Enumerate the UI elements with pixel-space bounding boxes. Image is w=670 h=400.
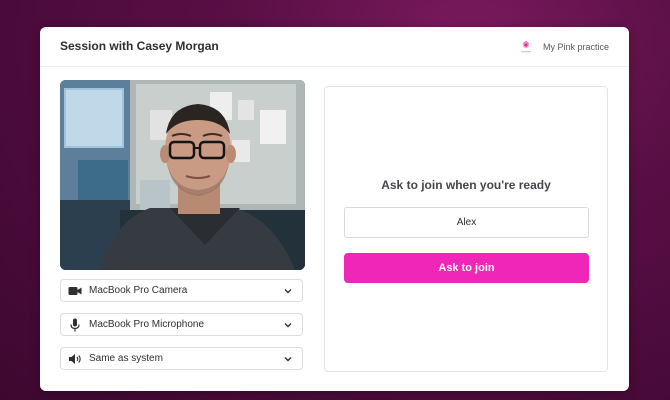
- join-heading: Ask to join when you're ready: [381, 178, 551, 192]
- microphone-select-label: MacBook Pro Microphone: [89, 319, 205, 330]
- chevron-down-icon: [282, 319, 294, 331]
- camera-preview: [60, 80, 305, 270]
- camera-select-label: MacBook Pro Camera: [89, 285, 188, 296]
- name-input[interactable]: [344, 207, 589, 238]
- join-panel: Ask to join when you're ready Ask to joi…: [324, 86, 608, 372]
- practice-logo-icon: [517, 38, 535, 56]
- session-title: Session with Casey Morgan: [60, 39, 219, 53]
- speaker-select[interactable]: Same as system: [60, 347, 303, 370]
- chevron-down-icon: [282, 353, 294, 365]
- session-card: Session with Casey Morgan My Pink practi…: [40, 27, 629, 391]
- practice-name: My Pink practice: [542, 42, 609, 52]
- microphone-icon: [68, 318, 82, 332]
- speaker-icon: [68, 352, 82, 366]
- chevron-down-icon: [282, 285, 294, 297]
- speaker-select-label: Same as system: [89, 353, 163, 364]
- camera-select[interactable]: MacBook Pro Camera: [60, 279, 303, 302]
- ask-to-join-button[interactable]: Ask to join: [344, 253, 589, 283]
- practice-branding: My Pink practice: [517, 38, 609, 56]
- video-camera-icon: [68, 284, 82, 298]
- card-header: Session with Casey Morgan My Pink practi…: [40, 27, 629, 67]
- microphone-select[interactable]: MacBook Pro Microphone: [60, 313, 303, 336]
